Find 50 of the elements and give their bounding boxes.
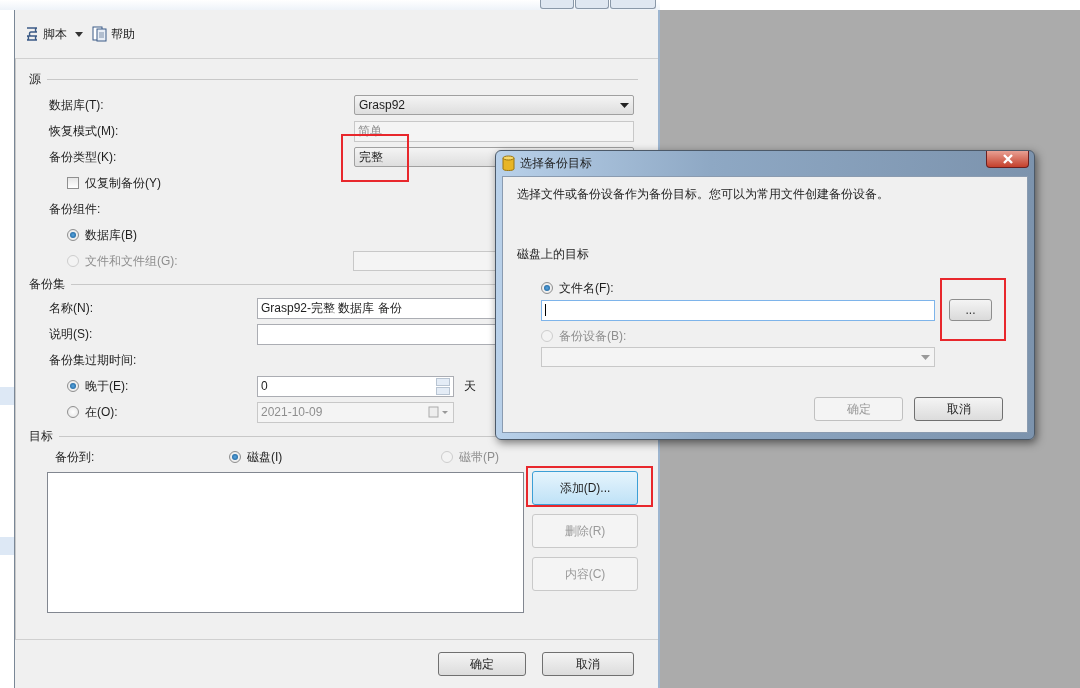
radio-label: 数据库(B) [85, 226, 138, 244]
calendar-icon[interactable] [428, 406, 450, 418]
checkbox-label: 仅复制备份(Y) [85, 174, 161, 192]
field-label: 恢复模式(M): [49, 122, 120, 140]
dialog-description: 选择文件或备份设备作为备份目标。您可以为常用文件创建备份设备。 [517, 186, 890, 203]
field-label: 数据库(T): [49, 96, 105, 114]
section-title: 备份集 [29, 276, 65, 293]
checkbox[interactable] [67, 177, 79, 189]
close-button[interactable] [986, 151, 1029, 168]
toolbar-button[interactable]: 帮助 [89, 23, 137, 45]
section-title: 源 [29, 70, 41, 88]
field-label: 备份类型(K): [49, 148, 118, 166]
unit-label: 天 [464, 377, 476, 395]
field-label: 备份集过期时间: [49, 351, 137, 369]
database-icon [502, 155, 515, 172]
field-label: 备份组件: [49, 200, 101, 218]
days-spinbox[interactable]: 0 [257, 375, 454, 397]
action-button[interactable]: 添加(D)... [532, 471, 638, 505]
document-icon [91, 25, 109, 43]
radio-button[interactable] [67, 406, 79, 418]
radio-button[interactable] [67, 380, 79, 392]
file-name-field[interactable] [541, 299, 935, 321]
close-icon [1001, 154, 1014, 164]
maximize-button[interactable] [575, 0, 609, 9]
field-label: 备份到: [55, 448, 96, 466]
restore-button[interactable] [540, 0, 574, 9]
dropdown-arrow-icon [620, 102, 629, 108]
dialog-button[interactable]: 取消 [542, 652, 634, 676]
field-label: 说明(S): [49, 325, 94, 343]
radio-button[interactable] [229, 451, 241, 463]
dialog-button[interactable]: 确定 [438, 652, 526, 676]
radio-label: 磁带(P) [459, 448, 500, 466]
radio-button[interactable] [67, 229, 79, 241]
radio-label: 文件名(F): [559, 279, 614, 297]
radio-label: 晚于(E): [85, 377, 130, 395]
dropdown-arrow-icon[interactable] [75, 31, 83, 37]
database-dropdown[interactable]: Grasp92 [354, 95, 634, 115]
radio-label: 磁盘(I) [247, 448, 284, 466]
radio-label: 在(O): [85, 403, 119, 421]
section-title: 磁盘上的目标 [517, 246, 590, 263]
radio-label: 文件和文件组(G): [85, 252, 179, 270]
toolbar-button[interactable]: 脚本 [21, 23, 69, 45]
section-title: 目标 [29, 427, 53, 445]
browse-button[interactable]: ... [949, 299, 992, 321]
spin-arrows-icon[interactable] [436, 377, 450, 395]
radio-label: 备份设备(B): [559, 327, 627, 345]
radio-button[interactable] [541, 282, 553, 294]
dialog-button[interactable]: 取消 [914, 397, 1003, 421]
field-label: 名称(N): [49, 299, 94, 317]
dropdown-arrow-icon [921, 354, 930, 360]
